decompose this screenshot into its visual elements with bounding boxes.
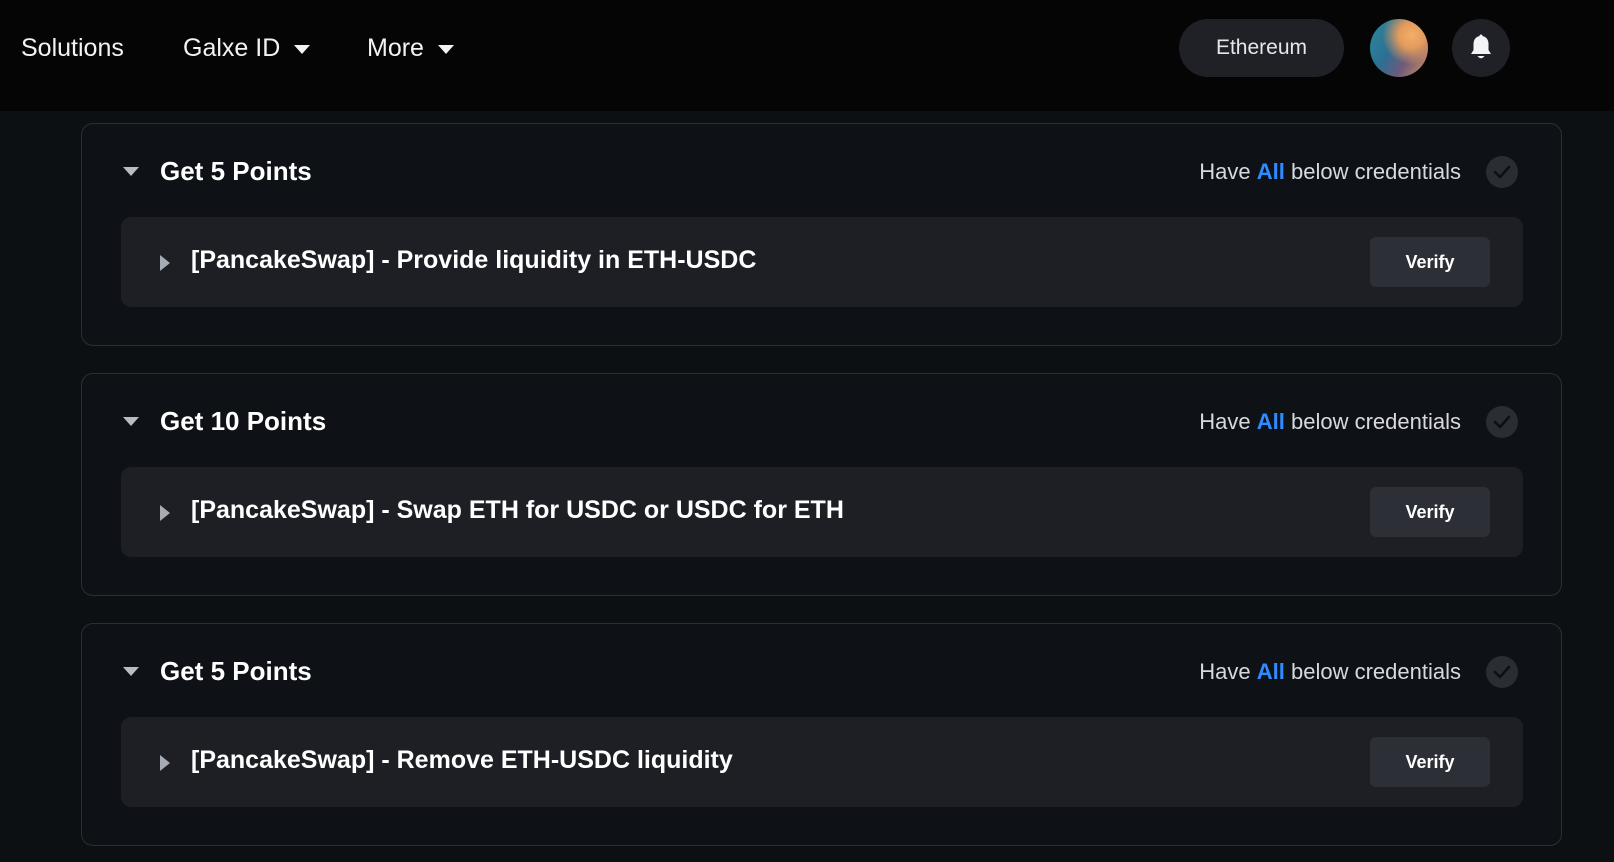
check-icon xyxy=(1486,406,1518,438)
credential-title: [PancakeSwap] - Swap ETH for USDC or USD… xyxy=(191,496,844,524)
credential-row[interactable]: [PancakeSwap] - Provide liquidity in ETH… xyxy=(121,217,1523,307)
credential-condition: Have All below credentials xyxy=(1199,659,1461,685)
nav-galxe-id-label: Galxe ID xyxy=(183,33,281,62)
caret-right-icon[interactable] xyxy=(160,755,170,771)
check-icon xyxy=(1486,656,1518,688)
reward-group-header[interactable]: Get 5 Points Have All below credentials xyxy=(82,624,1561,718)
caret-right-icon[interactable] xyxy=(160,255,170,271)
credential-condition: Have All below credentials xyxy=(1199,159,1461,185)
caret-down-icon[interactable] xyxy=(123,667,139,676)
condition-emphasis: All xyxy=(1256,409,1285,434)
credential-row[interactable]: [PancakeSwap] - Remove ETH-USDC liquidit… xyxy=(121,717,1523,807)
condition-suffix: below credentials xyxy=(1284,409,1461,434)
reward-group-title: Get 10 Points xyxy=(160,406,327,436)
condition-emphasis: All xyxy=(1256,159,1285,184)
avatar[interactable] xyxy=(1370,19,1428,77)
verify-button[interactable]: Verify xyxy=(1370,487,1490,537)
reward-group-3: Get 5 Points Have All below credentials … xyxy=(81,623,1562,846)
nav-galxe-id-dropdown[interactable]: Galxe ID xyxy=(183,31,311,65)
caret-right-icon[interactable] xyxy=(160,505,170,521)
bell-icon xyxy=(1471,34,1491,59)
nav-solutions-label: Solutions xyxy=(21,33,124,62)
chevron-down-icon xyxy=(437,44,454,54)
chevron-down-icon xyxy=(294,44,311,54)
caret-down-icon[interactable] xyxy=(123,417,139,426)
caret-down-icon[interactable] xyxy=(123,167,139,176)
condition-prefix: Have xyxy=(1199,159,1257,184)
credential-row[interactable]: [PancakeSwap] - Swap ETH for USDC or USD… xyxy=(121,467,1523,557)
condition-prefix: Have xyxy=(1199,409,1257,434)
nav-solutions[interactable]: Solutions xyxy=(21,31,124,65)
check-icon xyxy=(1486,156,1518,188)
nav-more-dropdown[interactable]: More xyxy=(367,31,454,65)
condition-suffix: below credentials xyxy=(1284,659,1461,684)
credential-condition: Have All below credentials xyxy=(1199,409,1461,435)
notifications-button[interactable] xyxy=(1452,19,1510,77)
reward-group-2: Get 10 Points Have All below credentials… xyxy=(81,373,1562,596)
reward-group-header[interactable]: Get 5 Points Have All below credentials xyxy=(82,124,1561,218)
reward-group-title: Get 5 Points xyxy=(160,656,312,686)
network-label: Ethereum xyxy=(1215,36,1308,59)
credential-title: [PancakeSwap] - Provide liquidity in ETH… xyxy=(191,246,757,274)
reward-group-title: Get 5 Points xyxy=(160,156,312,186)
top-navigation-bar: Solutions Galxe ID More Ethereum xyxy=(0,0,1614,111)
reward-group-1: Get 5 Points Have All below credentials … xyxy=(81,123,1562,346)
nav-more-label: More xyxy=(367,33,424,62)
condition-suffix: below credentials xyxy=(1284,159,1461,184)
condition-prefix: Have xyxy=(1199,659,1257,684)
verify-button[interactable]: Verify xyxy=(1370,737,1490,787)
condition-emphasis: All xyxy=(1256,659,1285,684)
network-selector-button[interactable]: Ethereum xyxy=(1179,19,1344,77)
credential-title: [PancakeSwap] - Remove ETH-USDC liquidit… xyxy=(191,746,733,774)
reward-group-header[interactable]: Get 10 Points Have All below credentials xyxy=(82,374,1561,468)
verify-button[interactable]: Verify xyxy=(1370,237,1490,287)
